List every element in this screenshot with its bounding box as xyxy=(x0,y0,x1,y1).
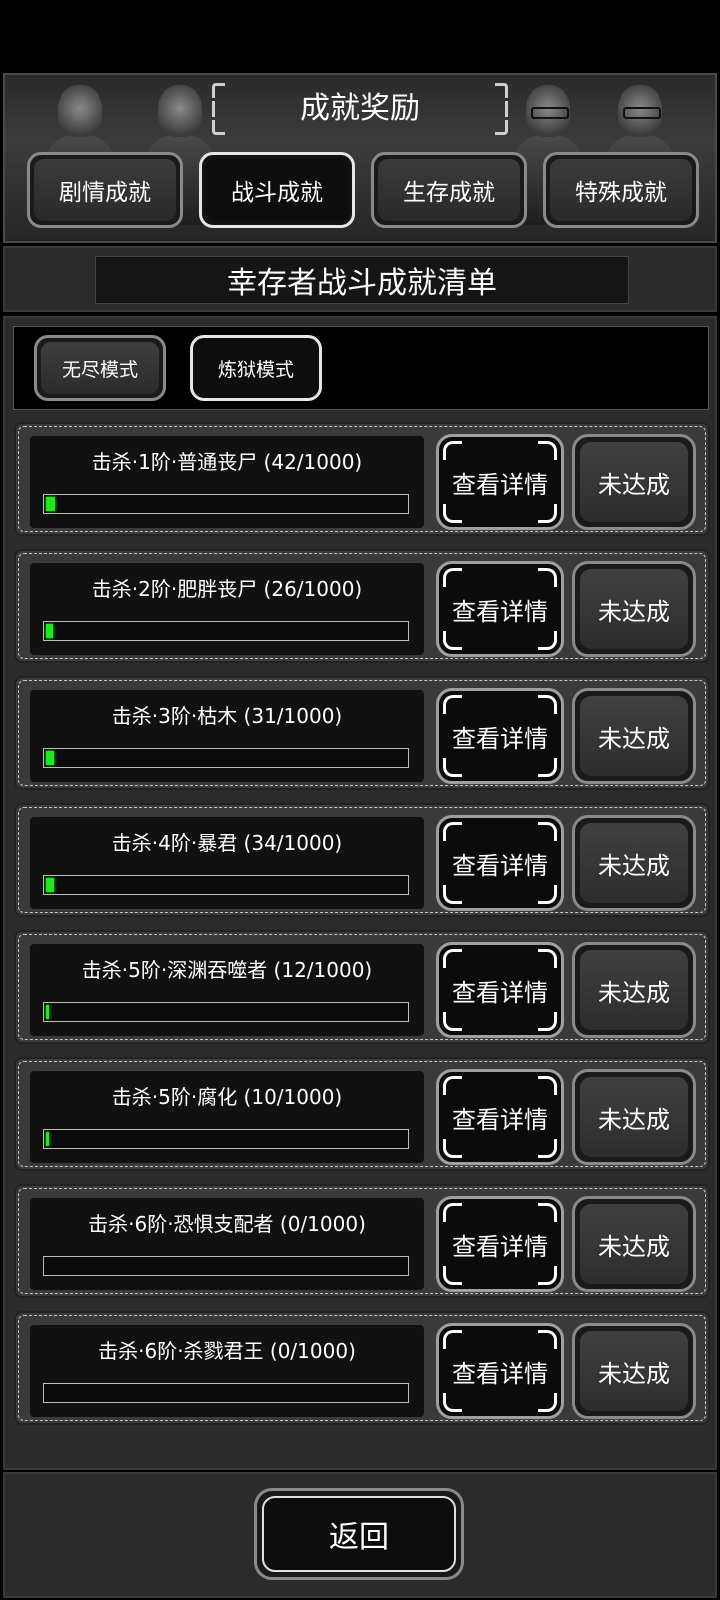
achievement-row: 击杀·1阶·普通丧尸 (42/1000) 查看详情 未达成 xyxy=(14,422,710,536)
mode-label: 无尽模式 xyxy=(41,342,159,394)
progress-fill xyxy=(46,497,55,511)
status-button[interactable]: 未达成 xyxy=(572,1069,696,1165)
achievement-info: 击杀·3阶·枯木 (31/1000) xyxy=(30,690,424,782)
view-details-button[interactable]: 查看详情 xyxy=(436,815,564,911)
achievement-row: 击杀·6阶·杀戮君王 (0/1000) 查看详情 未达成 xyxy=(14,1311,710,1425)
progress-bar xyxy=(43,1129,409,1149)
tab-combat[interactable]: 战斗成就 xyxy=(199,152,355,228)
progress-bar xyxy=(43,748,409,768)
achievement-label: 击杀·4阶·暴君 (34/1000) xyxy=(111,831,343,855)
tab-label: 剧情成就 xyxy=(34,159,176,221)
status-label: 未达成 xyxy=(580,823,688,903)
progress-bar xyxy=(43,875,409,895)
view-details-label: 查看详情 xyxy=(452,1232,548,1261)
achievement-info: 击杀·1阶·普通丧尸 (42/1000) xyxy=(30,436,424,528)
view-details-button[interactable]: 查看详情 xyxy=(436,942,564,1038)
status-label: 未达成 xyxy=(580,1077,688,1157)
status-label: 未达成 xyxy=(580,569,688,649)
status-label: 未达成 xyxy=(580,1331,688,1411)
tab-special[interactable]: 特殊成就 xyxy=(543,152,699,228)
view-details-label: 查看详情 xyxy=(452,851,548,880)
mode-selector: 无尽模式 炼狱模式 xyxy=(13,326,709,410)
achievement-row: 击杀·5阶·深渊吞噬者 (12/1000) 查看详情 未达成 xyxy=(14,930,710,1044)
category-tabs: 剧情成就 战斗成就 生存成就 特殊成就 xyxy=(27,152,703,230)
status-button[interactable]: 未达成 xyxy=(572,434,696,530)
view-details-label: 查看详情 xyxy=(452,724,548,753)
progress-bar xyxy=(43,621,409,641)
achievement-info: 击杀·5阶·腐化 (10/1000) xyxy=(30,1071,424,1163)
achievement-row: 击杀·4阶·暴君 (34/1000) 查看详情 未达成 xyxy=(14,803,710,917)
achievement-label: 击杀·2阶·肥胖丧尸 (26/1000) xyxy=(91,577,363,601)
view-details-button[interactable]: 查看详情 xyxy=(436,688,564,784)
tab-label: 战斗成就 xyxy=(206,159,348,221)
status-button[interactable]: 未达成 xyxy=(572,688,696,784)
title-frame: 成就奖励 xyxy=(212,83,508,135)
achievement-row: 击杀·6阶·恐惧支配者 (0/1000) 查看详情 未达成 xyxy=(14,1184,710,1298)
view-details-label: 查看详情 xyxy=(452,1359,548,1388)
footer-bar: 返回 xyxy=(3,1472,717,1598)
header-banner: 成就奖励 剧情成就 战斗成就 生存成就 特殊成就 xyxy=(3,73,717,243)
achievement-list[interactable]: 击杀·1阶·普通丧尸 (42/1000) 查看详情 未达成 击杀·2阶·肥胖丧尸… xyxy=(14,422,710,1438)
status-button[interactable]: 未达成 xyxy=(572,1323,696,1419)
view-details-button[interactable]: 查看详情 xyxy=(436,434,564,530)
view-details-label: 查看详情 xyxy=(452,470,548,499)
achievement-row: 击杀·3阶·枯木 (31/1000) 查看详情 未达成 xyxy=(14,676,710,790)
view-details-label: 查看详情 xyxy=(452,1105,548,1134)
achievement-row: 击杀·2阶·肥胖丧尸 (26/1000) 查看详情 未达成 xyxy=(14,549,710,663)
view-details-button[interactable]: 查看详情 xyxy=(436,1196,564,1292)
status-label: 未达成 xyxy=(580,442,688,522)
view-details-label: 查看详情 xyxy=(452,978,548,1007)
progress-fill xyxy=(46,878,54,892)
progress-fill xyxy=(46,624,53,638)
view-details-label: 查看详情 xyxy=(452,597,548,626)
back-label: 返回 xyxy=(262,1496,456,1572)
achievement-label: 击杀·5阶·腐化 (10/1000) xyxy=(111,1085,343,1109)
section-title: 幸存者战斗成就清单 xyxy=(95,256,629,304)
mode-purgatory-button[interactable]: 炼狱模式 xyxy=(190,335,322,401)
achievement-info: 击杀·4阶·暴君 (34/1000) xyxy=(30,817,424,909)
achievement-label: 击杀·6阶·杀戮君王 (0/1000) xyxy=(98,1339,356,1363)
achievement-info: 击杀·6阶·杀戮君王 (0/1000) xyxy=(30,1325,424,1417)
tab-story[interactable]: 剧情成就 xyxy=(27,152,183,228)
tab-label: 生存成就 xyxy=(378,159,520,221)
progress-fill xyxy=(46,751,54,765)
achievement-info: 击杀·5阶·深渊吞噬者 (12/1000) xyxy=(30,944,424,1036)
achievement-label: 击杀·6阶·恐惧支配者 (0/1000) xyxy=(88,1212,366,1236)
back-button[interactable]: 返回 xyxy=(254,1488,464,1580)
progress-bar xyxy=(43,1002,409,1022)
achievement-info: 击杀·6阶·恐惧支配者 (0/1000) xyxy=(30,1198,424,1290)
status-button[interactable]: 未达成 xyxy=(572,942,696,1038)
view-details-button[interactable]: 查看详情 xyxy=(436,1323,564,1419)
status-button[interactable]: 未达成 xyxy=(572,561,696,657)
achievement-row: 击杀·5阶·腐化 (10/1000) 查看详情 未达成 xyxy=(14,1057,710,1171)
status-button[interactable]: 未达成 xyxy=(572,815,696,911)
status-label: 未达成 xyxy=(580,696,688,776)
tab-label: 特殊成就 xyxy=(550,159,692,221)
achievement-info: 击杀·2阶·肥胖丧尸 (26/1000) xyxy=(30,563,424,655)
status-label: 未达成 xyxy=(580,950,688,1030)
mode-endless-button[interactable]: 无尽模式 xyxy=(34,335,166,401)
achievement-label: 击杀·5阶·深渊吞噬者 (12/1000) xyxy=(81,958,373,982)
view-details-button[interactable]: 查看详情 xyxy=(436,1069,564,1165)
progress-fill xyxy=(46,1005,49,1019)
status-button[interactable]: 未达成 xyxy=(572,1196,696,1292)
view-details-button[interactable]: 查看详情 xyxy=(436,561,564,657)
status-label: 未达成 xyxy=(580,1204,688,1284)
progress-bar xyxy=(43,1383,409,1403)
achievement-label: 击杀·1阶·普通丧尸 (42/1000) xyxy=(91,450,363,474)
mode-label: 炼狱模式 xyxy=(197,342,315,394)
achievement-screen: 成就奖励 剧情成就 战斗成就 生存成就 特殊成就 幸存者战斗成就清单 无尽模式 xyxy=(0,0,720,1600)
achievement-panel: 无尽模式 炼狱模式 击杀·1阶·普通丧尸 (42/1000) 查看详情 未达成 … xyxy=(3,316,717,1470)
achievement-label: 击杀·3阶·枯木 (31/1000) xyxy=(111,704,343,728)
section-header: 幸存者战斗成就清单 xyxy=(3,246,717,312)
progress-bar xyxy=(43,1256,409,1276)
page-title: 成就奖励 xyxy=(300,91,420,126)
tab-survival[interactable]: 生存成就 xyxy=(371,152,527,228)
progress-bar xyxy=(43,494,409,514)
progress-fill xyxy=(46,1132,49,1146)
